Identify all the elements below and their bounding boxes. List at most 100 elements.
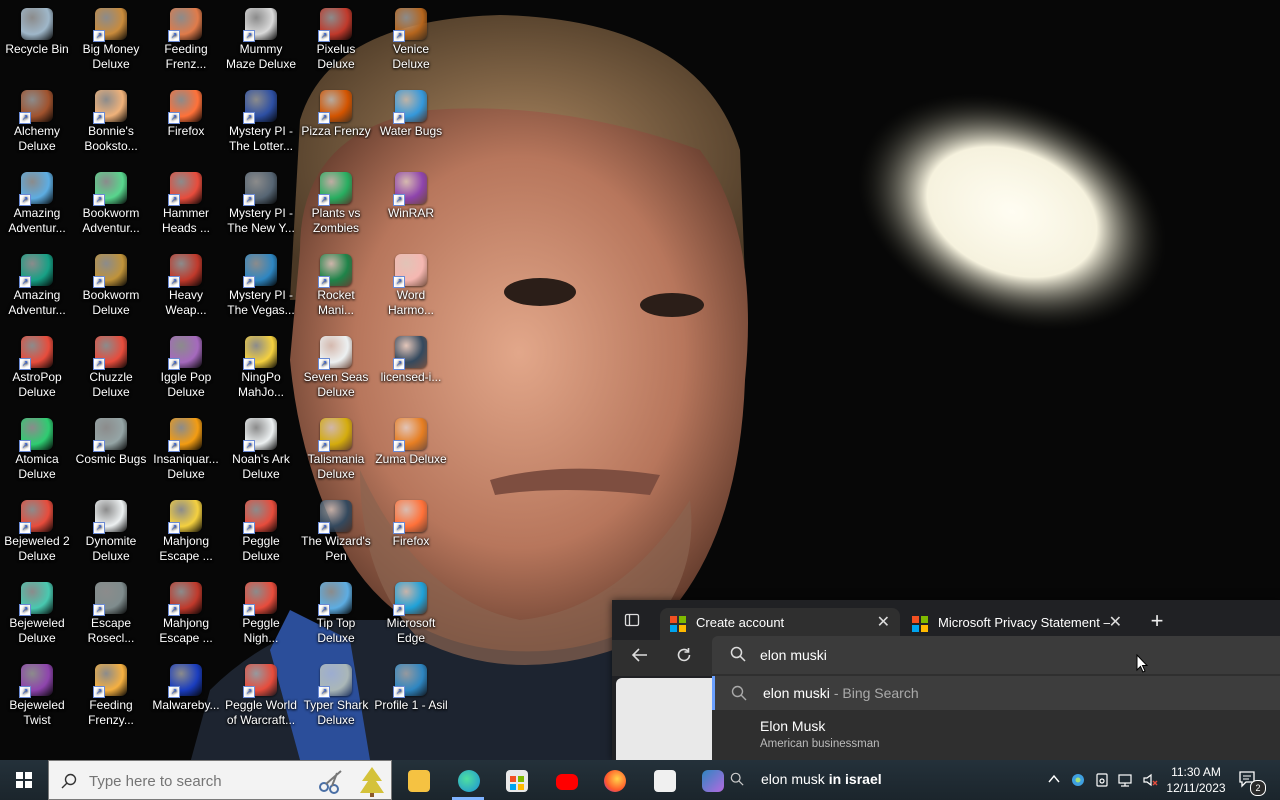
taskbar-file-explorer[interactable] bbox=[398, 764, 438, 800]
address-bar[interactable] bbox=[712, 636, 1280, 674]
taskbar-solitaire[interactable] bbox=[644, 764, 684, 800]
amazing-adventures-icon: ↗ bbox=[19, 254, 53, 288]
address-input[interactable] bbox=[760, 644, 1260, 666]
desktop-shortcut[interactable]: ↗ Insaniquar... Deluxe bbox=[149, 414, 223, 494]
desktop-shortcut[interactable]: ↗ Pizza Frenzy bbox=[299, 86, 373, 166]
desktop-shortcut-label: Big Money Deluxe bbox=[82, 42, 140, 71]
desktop-shortcut[interactable]: ↗ Escape Rosecl... bbox=[74, 578, 148, 658]
taskbar-search-box[interactable] bbox=[48, 760, 392, 800]
desktop-shortcut[interactable]: ↗ Mahjong Escape ... bbox=[149, 578, 223, 658]
desktop-shortcut[interactable]: ↗ Bookworm Deluxe bbox=[74, 250, 148, 330]
suggestion-entity[interactable]: Elon Musk American businessman bbox=[712, 710, 1280, 754]
new-tab-plus-icon[interactable]: + bbox=[1144, 608, 1170, 634]
desktop-shortcut[interactable]: Recycle Bin bbox=[0, 4, 74, 84]
desktop-shortcut[interactable]: ↗ Amazing Adventur... bbox=[0, 250, 74, 330]
suggestion-query: elon muski bbox=[763, 685, 830, 701]
suggestion-bing-search[interactable]: elon muski - Bing Search bbox=[712, 676, 1280, 710]
cosmic-bugs-icon: ↗ bbox=[93, 418, 127, 452]
shortcut-arrow-icon: ↗ bbox=[243, 358, 255, 370]
money-bag-icon: ↗ bbox=[93, 8, 127, 42]
pixelus-icon: ↗ bbox=[318, 8, 352, 42]
desktop-shortcut[interactable]: ↗ Bejeweled 2 Deluxe bbox=[0, 496, 74, 576]
device-icon[interactable] bbox=[1094, 772, 1110, 788]
volume-muted-icon[interactable] bbox=[1142, 772, 1158, 788]
start-button[interactable] bbox=[0, 760, 48, 800]
desktop-shortcut[interactable]: ↗ Tip Top Deluxe bbox=[299, 578, 373, 658]
desktop-shortcut[interactable]: ↗ Chuzzle Deluxe bbox=[74, 332, 148, 412]
desktop-shortcut[interactable]: ↗ Bejeweled Twist bbox=[0, 660, 74, 740]
desktop-shortcut[interactable]: ↗ Word Harmo... bbox=[374, 250, 448, 330]
desktop-shortcut[interactable]: ↗ Bejeweled Deluxe bbox=[0, 578, 74, 658]
desktop-shortcut[interactable]: ↗ Mystery PI - The Lotter... bbox=[224, 86, 298, 166]
desktop-shortcut[interactable]: ↗ Rocket Mani... bbox=[299, 250, 373, 330]
desktop-shortcut[interactable]: ↗ Talismania Deluxe bbox=[299, 414, 373, 494]
close-tab-icon[interactable]: ✕ bbox=[877, 608, 890, 638]
shortcut-arrow-icon: ↗ bbox=[19, 440, 31, 452]
desktop-shortcut[interactable]: ↗ Mystery PI - The Vegas... bbox=[224, 250, 298, 330]
desktop-shortcut[interactable]: ↗ WinRAR bbox=[374, 168, 448, 248]
desktop-shortcut[interactable]: ↗ Seven Seas Deluxe bbox=[299, 332, 373, 412]
desktop-shortcut[interactable]: ↗ Malwareby... bbox=[149, 660, 223, 740]
desktop-shortcut[interactable]: ↗ Cosmic Bugs bbox=[74, 414, 148, 494]
taskbar-youtube[interactable] bbox=[546, 764, 586, 800]
desktop-shortcut[interactable]: ↗ Heavy Weap... bbox=[149, 250, 223, 330]
taskbar-search-input[interactable] bbox=[89, 770, 309, 792]
desktop-shortcut[interactable]: ↗ Zuma Deluxe bbox=[374, 414, 448, 494]
desktop-shortcut[interactable]: ↗ Mahjong Escape ... bbox=[149, 496, 223, 576]
desktop-shortcut[interactable]: ↗ Pixelus Deluxe bbox=[299, 4, 373, 84]
taskbar-edge[interactable] bbox=[448, 764, 488, 800]
shortcut-arrow-icon: ↗ bbox=[318, 30, 330, 42]
desktop-shortcut[interactable]: ↗ Peggle Nigh... bbox=[224, 578, 298, 658]
taskbar-store[interactable] bbox=[496, 764, 536, 800]
desktop-shortcut-label: Feeding Frenzy... bbox=[88, 698, 134, 727]
notification-center-icon[interactable]: 2 bbox=[1238, 770, 1266, 796]
desktop-shortcut[interactable]: ↗ Profile 1 - Asil bbox=[374, 660, 448, 740]
desktop-shortcut[interactable]: ↗ Big Money Deluxe bbox=[74, 4, 148, 84]
desktop-shortcut[interactable]: ↗ Iggle Pop Deluxe bbox=[149, 332, 223, 412]
desktop-shortcut-label: Mahjong Escape ... bbox=[159, 534, 213, 563]
desktop-shortcut[interactable]: ↗ Firefox bbox=[149, 86, 223, 166]
desktop-shortcut[interactable]: ↗ Alchemy Deluxe bbox=[0, 86, 74, 166]
desktop-shortcut[interactable]: ↗ licensed-i... bbox=[374, 332, 448, 412]
desktop-shortcut[interactable]: ↗ Microsoft Edge bbox=[374, 578, 448, 658]
desktop-shortcut[interactable]: ↗ Venice Deluxe bbox=[374, 4, 448, 84]
desktop-shortcut[interactable]: ↗ Bookworm Adventur... bbox=[74, 168, 148, 248]
entity-title: Elon Musk bbox=[760, 718, 826, 734]
back-arrow-icon[interactable] bbox=[628, 646, 652, 670]
desktop-shortcut-label: Pixelus Deluxe bbox=[316, 42, 356, 71]
close-tab-icon[interactable]: ✕ bbox=[1109, 608, 1122, 638]
desktop-shortcut[interactable]: ↗ Atomica Deluxe bbox=[0, 414, 74, 494]
desktop-shortcut[interactable]: ↗ Firefox bbox=[374, 496, 448, 576]
desktop-shortcut[interactable]: ↗ Peggle World of Warcraft... bbox=[224, 660, 298, 740]
desktop-shortcut[interactable]: ↗ Water Bugs bbox=[374, 86, 448, 166]
tab-actions-icon[interactable] bbox=[624, 612, 642, 630]
desktop-shortcut[interactable]: ↗ Amazing Adventur... bbox=[0, 168, 74, 248]
desktop-shortcut[interactable]: ↗ Noah's Ark Deluxe bbox=[224, 414, 298, 494]
network-icon[interactable] bbox=[1118, 772, 1134, 788]
desktop-shortcut-label: Venice Deluxe bbox=[392, 42, 430, 71]
chevron-up-icon[interactable] bbox=[1046, 772, 1062, 788]
desktop-shortcut[interactable]: ↗ Hammer Heads ... bbox=[149, 168, 223, 248]
suggestion-query-row[interactable]: elon musk in israel bbox=[712, 764, 972, 794]
security-app-icon[interactable] bbox=[1070, 772, 1086, 788]
desktop-shortcut[interactable]: ↗ Mummy Maze Deluxe bbox=[224, 4, 298, 84]
shortcut-arrow-icon: ↗ bbox=[318, 522, 330, 534]
desktop-shortcut[interactable]: ↗ AstroPop Deluxe bbox=[0, 332, 74, 412]
desktop-shortcut[interactable]: ↗ Typer Shark Deluxe bbox=[299, 660, 373, 740]
desktop-shortcut-label: Bejeweled Deluxe bbox=[9, 616, 65, 645]
refresh-icon[interactable] bbox=[672, 646, 696, 670]
desktop-shortcut[interactable]: ↗ Peggle Deluxe bbox=[224, 496, 298, 576]
desktop-shortcut[interactable]: ↗ Dynomite Deluxe bbox=[74, 496, 148, 576]
desktop-shortcut[interactable]: ↗ Bonnie's Booksto... bbox=[74, 86, 148, 166]
desktop-shortcut[interactable]: ↗ Feeding Frenz... bbox=[149, 4, 223, 84]
desktop-shortcut[interactable]: ↗ Plants vs Zombies bbox=[299, 168, 373, 248]
desktop-shortcut[interactable]: ↗ NingPo MahJo... bbox=[224, 332, 298, 412]
taskbar-clock[interactable]: 11:30 AM 12/11/2023 bbox=[1164, 764, 1228, 796]
desktop-shortcut[interactable]: ↗ Feeding Frenzy... bbox=[74, 660, 148, 740]
desktop-shortcut-label: Dynomite Deluxe bbox=[85, 534, 137, 563]
image-file-icon: ↗ bbox=[393, 336, 427, 370]
taskbar-firefox[interactable] bbox=[594, 764, 634, 800]
desktop-shortcut[interactable]: ↗ Mystery PI - The New Y... bbox=[224, 168, 298, 248]
desktop-shortcut-label: Amazing Adventur... bbox=[8, 288, 66, 317]
desktop-shortcut[interactable]: ↗ The Wizard's Pen bbox=[299, 496, 373, 576]
